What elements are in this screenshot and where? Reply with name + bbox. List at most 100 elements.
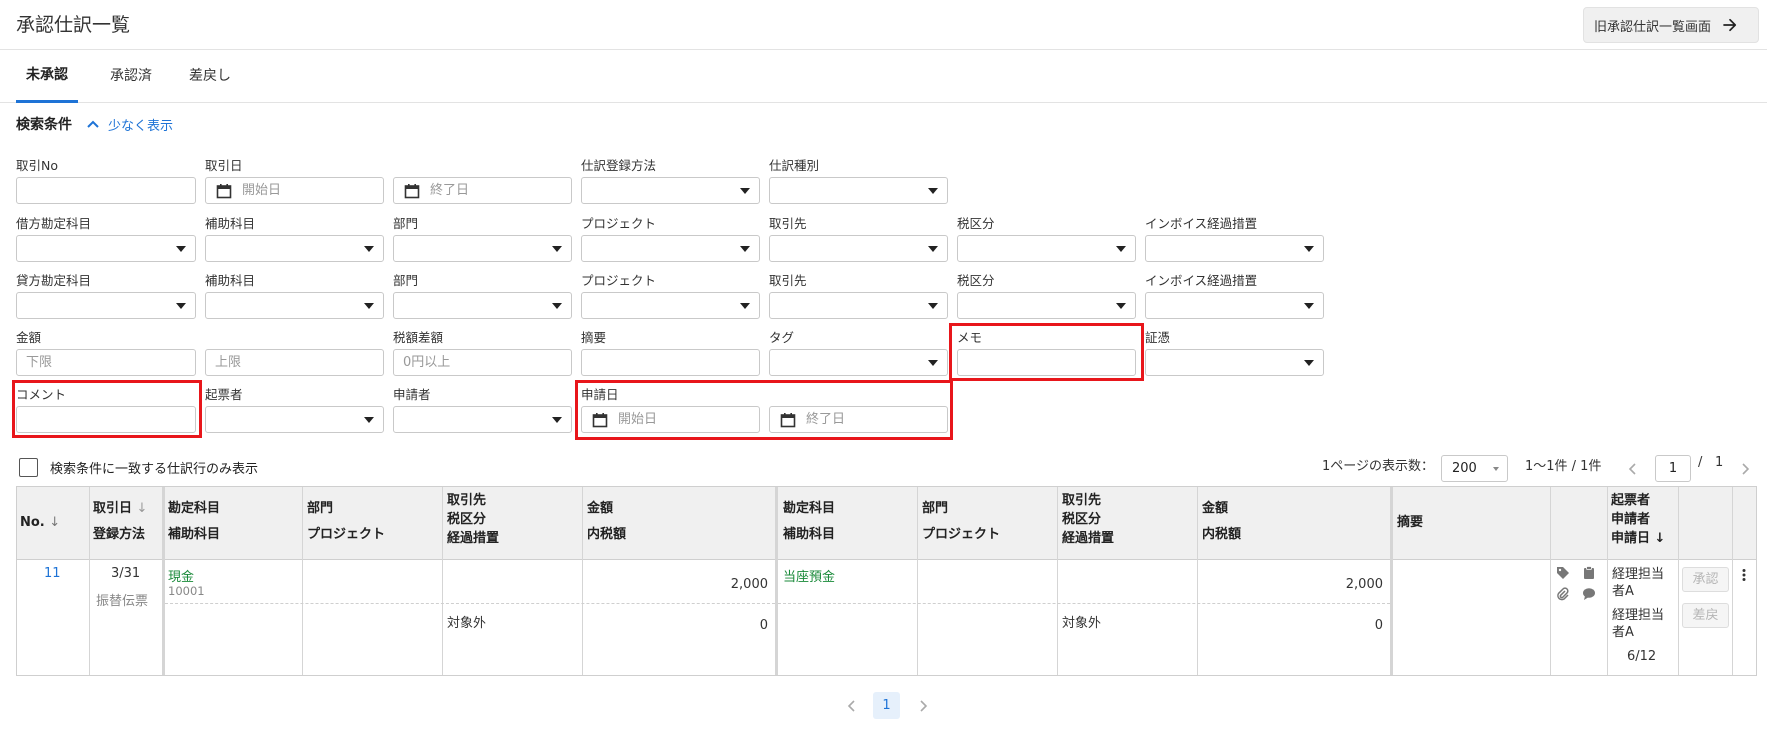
per-page-label: 1ページの表示数： — [1322, 459, 1435, 474]
bottom-page-current[interactable]: 1 — [873, 692, 900, 719]
issuer-select[interactable] — [205, 406, 384, 433]
row-applicant: 経理担当者A — [1612, 608, 1665, 640]
caret-down-icon — [1493, 467, 1499, 471]
col-divider — [302, 487, 303, 675]
reject-button[interactable]: 差戻 — [1682, 603, 1729, 628]
summary-input[interactable] — [581, 349, 760, 376]
th-apply-date[interactable]: 申請日 ↓ — [1611, 529, 1665, 549]
sort-down-icon: ↓ — [1654, 531, 1666, 546]
caret-down-icon — [1304, 303, 1314, 309]
caret-down-icon — [928, 360, 938, 366]
page-number-input[interactable]: 1 — [1655, 455, 1691, 482]
entry-method-select[interactable] — [581, 177, 760, 204]
th-method: 登録方法 — [93, 527, 146, 542]
th-date-label: 取引日 — [93, 501, 133, 516]
credit-invoice-select[interactable] — [1145, 292, 1324, 319]
caret-down-icon — [552, 246, 562, 252]
highlight-comment — [12, 380, 202, 438]
col-divider — [442, 487, 443, 675]
col-divider — [1550, 487, 1551, 675]
debit-tax-select[interactable] — [957, 235, 1136, 262]
tab-unapproved[interactable]: 未承認 — [16, 50, 78, 103]
th-credit-amount: 金額 — [1202, 501, 1229, 516]
evidence-select[interactable] — [1145, 349, 1324, 376]
entry-type-select[interactable] — [769, 177, 948, 204]
col-divider — [1732, 487, 1733, 675]
caret-down-icon — [1116, 303, 1126, 309]
table-header — [17, 487, 1756, 560]
match-only-checkbox[interactable] — [19, 458, 38, 477]
th-date[interactable]: 取引日 ↓ — [93, 499, 147, 519]
chevron-right-icon[interactable] — [916, 699, 930, 713]
th-debit-project: プロジェクト — [307, 527, 386, 542]
th-summary: 摘要 — [1397, 515, 1424, 530]
tax-diff-input[interactable]: 0円以上 — [393, 349, 572, 376]
amount-upper-input[interactable]: 上限 — [205, 349, 384, 376]
torihiki-date-start[interactable]: 開始日 — [205, 177, 384, 204]
more-vert-icon[interactable] — [1737, 568, 1751, 582]
tab-approved[interactable]: 承認済 — [96, 50, 166, 103]
label-amount: 金額 — [16, 330, 42, 345]
credit-tax-select[interactable] — [957, 292, 1136, 319]
caret-down-icon — [928, 303, 938, 309]
label-credit-sub: 補助科目 — [205, 273, 256, 288]
amount-upper-placeholder: 上限 — [215, 355, 242, 370]
th-debit-sub: 補助科目 — [168, 527, 221, 542]
th-debit-amount: 金額 — [587, 501, 614, 516]
comment-icon[interactable] — [1582, 587, 1596, 601]
tax-diff-placeholder: 0円以上 — [403, 355, 451, 370]
label-tag: タグ — [769, 330, 795, 345]
tab-rejected[interactable]: 差戻し — [175, 50, 245, 103]
debit-partner-select[interactable] — [769, 235, 948, 262]
th-debit-account: 勘定科目 — [168, 501, 221, 516]
chevron-left-icon[interactable] — [1626, 462, 1640, 476]
caret-down-icon — [928, 246, 938, 252]
chevron-left-icon[interactable] — [845, 699, 859, 713]
tag-select[interactable] — [769, 349, 948, 376]
torihiki-no-input[interactable] — [16, 177, 196, 204]
row-credit-amount: 2,000 — [1345, 577, 1383, 592]
credit-account-select[interactable] — [16, 292, 196, 319]
label-torihiki-date: 取引日 — [205, 158, 243, 173]
label-issuer: 起票者 — [205, 387, 243, 402]
row-method: 振替伝票 — [96, 594, 149, 609]
label-torihiki-no: 取引No — [16, 158, 58, 173]
credit-partner-select[interactable] — [769, 292, 948, 319]
highlight-memo — [949, 323, 1144, 381]
label-entry-method: 仕訳登録方法 — [581, 158, 657, 173]
credit-project-select[interactable] — [581, 292, 760, 319]
clipboard-icon[interactable] — [1582, 566, 1596, 580]
row-issuer: 経理担当者A — [1612, 567, 1665, 599]
label-debit-tax: 税区分 — [957, 216, 995, 231]
old-screen-button[interactable]: 旧承認仕訳一覧画面 — [1583, 7, 1759, 43]
debit-sub-select[interactable] — [205, 235, 384, 262]
tag-icon[interactable] — [1556, 566, 1570, 580]
amount-lower-input[interactable]: 下限 — [16, 349, 196, 376]
debit-invoice-select[interactable] — [1145, 235, 1324, 262]
th-credit-project: プロジェクト — [922, 527, 1001, 542]
label-credit-project: プロジェクト — [581, 273, 657, 288]
debit-dept-select[interactable] — [393, 235, 572, 262]
sort-down-icon: ↓ — [49, 515, 61, 530]
paperclip-icon[interactable] — [1556, 587, 1570, 601]
row-no-link[interactable]: 11 — [44, 566, 61, 581]
show-less-toggle[interactable]: 少なく表示 — [86, 115, 173, 134]
applicant-select[interactable] — [393, 406, 572, 433]
match-only-filter[interactable]: 検索条件に一致する仕訳行のみ表示 — [19, 458, 258, 477]
col-divider — [582, 487, 583, 675]
debit-account-select[interactable] — [16, 235, 196, 262]
approve-button[interactable]: 承認 — [1682, 567, 1729, 592]
label-credit-dept: 部門 — [393, 273, 419, 288]
per-page-select[interactable]: 200 — [1441, 455, 1508, 482]
torihiki-date-end[interactable]: 終了日 — [393, 177, 572, 204]
chevron-right-icon[interactable] — [1738, 462, 1752, 476]
page-slash: / — [1698, 455, 1703, 470]
status-tabs: 未承認 承認済 差戻し — [0, 50, 1767, 103]
total-pages: 1 — [1715, 455, 1724, 470]
chevron-up-icon — [87, 120, 99, 128]
th-no[interactable]: No. ↓ — [20, 513, 60, 533]
credit-sub-select[interactable] — [205, 292, 384, 319]
credit-dept-select[interactable] — [393, 292, 572, 319]
debit-project-select[interactable] — [581, 235, 760, 262]
col-divider — [1057, 487, 1058, 675]
